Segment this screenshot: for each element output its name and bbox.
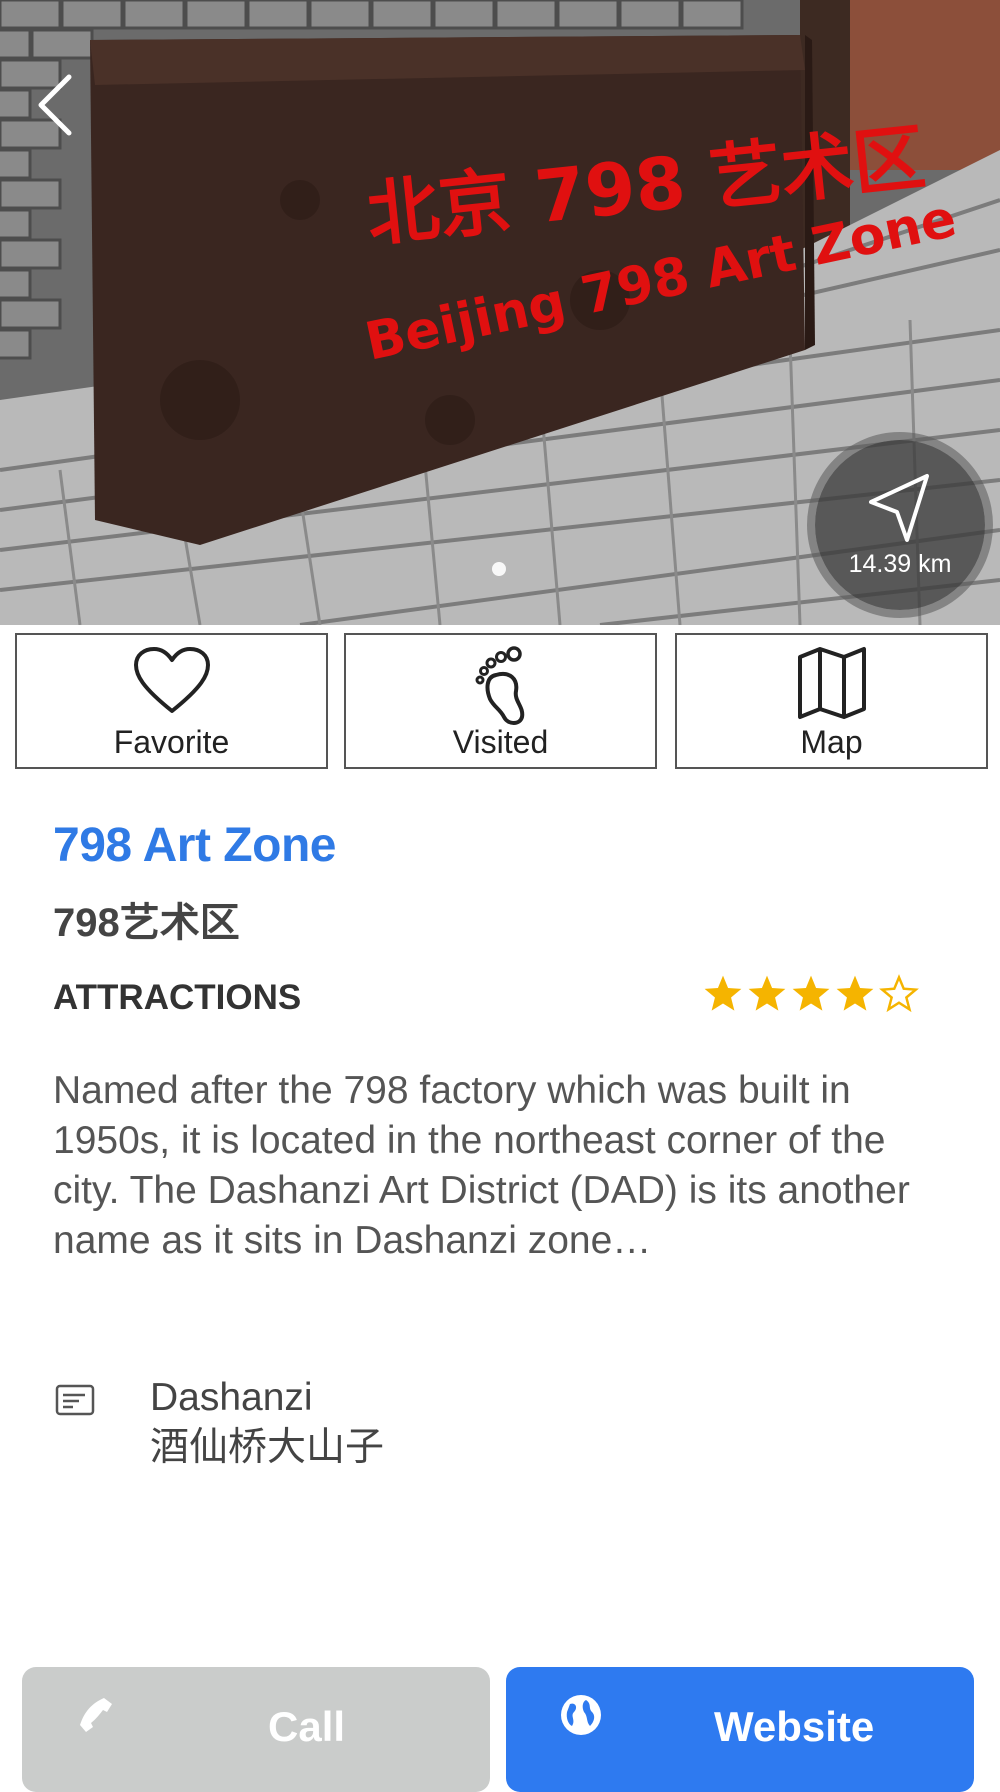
- address-chinese: 酒仙桥大山子: [150, 1426, 385, 1469]
- chevron-left-icon: [38, 74, 72, 136]
- action-buttons-row: Favorite Visited Map: [0, 633, 1000, 775]
- map-label: Map: [800, 724, 863, 760]
- website-button[interactable]: Website: [506, 1667, 974, 1792]
- distance-label: 14.39 km: [848, 550, 952, 578]
- call-label: Call: [268, 1703, 346, 1750]
- star-rating: [702, 973, 920, 1015]
- navigation-arrow-icon: [869, 474, 929, 542]
- star-filled-icon: [748, 975, 786, 1011]
- favorite-button[interactable]: Favorite: [15, 633, 328, 769]
- heart-icon: [133, 647, 210, 713]
- call-button[interactable]: Call: [22, 1667, 490, 1792]
- hero-photo[interactable]: 北京 798 艺术区 Beijing 798 Art Zone 14.39 km: [0, 0, 1000, 625]
- map-icon: [797, 647, 866, 719]
- address-block: Dashanzi 酒仙桥大山子: [150, 1373, 384, 1473]
- star-empty-icon: [879, 974, 919, 1013]
- address-english: Dashanzi: [150, 1376, 313, 1419]
- star-filled-icon: [704, 975, 742, 1011]
- place-title-chinese: 798艺术区: [53, 901, 240, 945]
- globe-icon: [561, 1695, 601, 1735]
- back-button[interactable]: [20, 60, 90, 150]
- category-label: ATTRACTIONS: [53, 978, 302, 1017]
- page-indicator-dot: [492, 562, 506, 576]
- place-title: 798 Art Zone: [53, 819, 336, 872]
- phone-icon: [80, 1698, 112, 1732]
- visited-label: Visited: [452, 724, 549, 760]
- map-button[interactable]: Map: [675, 633, 988, 769]
- address-card-icon: [55, 1384, 95, 1416]
- place-description: Named after the 798 factory which was bu…: [53, 1069, 910, 1262]
- footprint-icon: [475, 646, 524, 725]
- star-filled-icon: [836, 975, 874, 1011]
- distance-compass-badge[interactable]: 14.39 km: [815, 440, 985, 610]
- favorite-label: Favorite: [113, 724, 230, 760]
- website-label: Website: [714, 1703, 875, 1750]
- star-filled-icon: [792, 975, 830, 1011]
- visited-button[interactable]: Visited: [344, 633, 657, 769]
